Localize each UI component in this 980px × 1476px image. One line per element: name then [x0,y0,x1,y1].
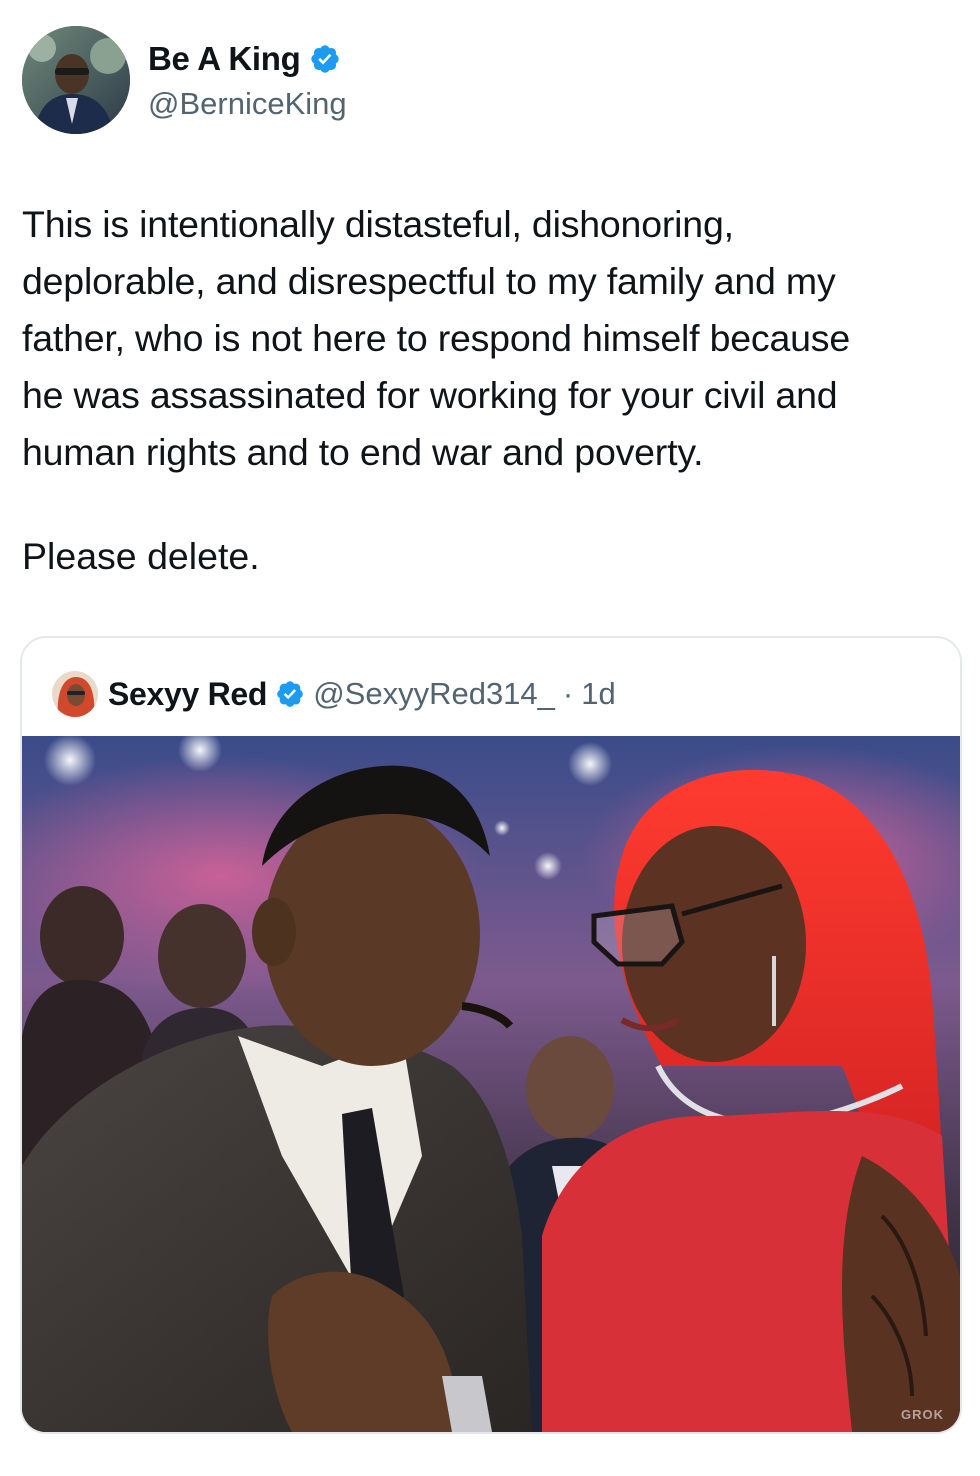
author-display-name[interactable]: Be A King [148,40,301,78]
tweet-text: This is intentionally distasteful, disho… [22,203,851,473]
quoted-tweet-header: Sexyy Red @SexyyRed314_ · 1d [52,668,616,720]
tweet-text-closing: Please delete. [22,535,260,577]
verified-badge-icon [310,45,339,73]
quoted-author-avatar[interactable] [52,671,98,717]
quoted-tweet-image[interactable]: GROK [22,736,960,1432]
quoted-tweet-time[interactable]: 1d [581,676,615,712]
tweet-author: Be A King @BerniceKing [22,26,622,136]
author-avatar[interactable] [22,26,130,134]
quoted-tweet[interactable]: Sexyy Red @SexyyRed314_ · 1d GROK [20,636,962,1434]
separator-dot: · [562,676,574,711]
author-handle[interactable]: @BerniceKing [148,86,347,122]
quoted-author-handle[interactable]: @SexyyRed314_ [313,676,555,712]
profile-photo-icon [52,671,98,717]
image-watermark: GROK [901,1407,944,1422]
tweet-card[interactable]: Be A King @BerniceKing This is intention… [0,0,980,1476]
profile-photo-icon [22,26,130,134]
ai-generated-image [22,736,960,1432]
quoted-author-display-name[interactable]: Sexyy Red [108,676,267,713]
verified-badge-icon [277,681,303,707]
